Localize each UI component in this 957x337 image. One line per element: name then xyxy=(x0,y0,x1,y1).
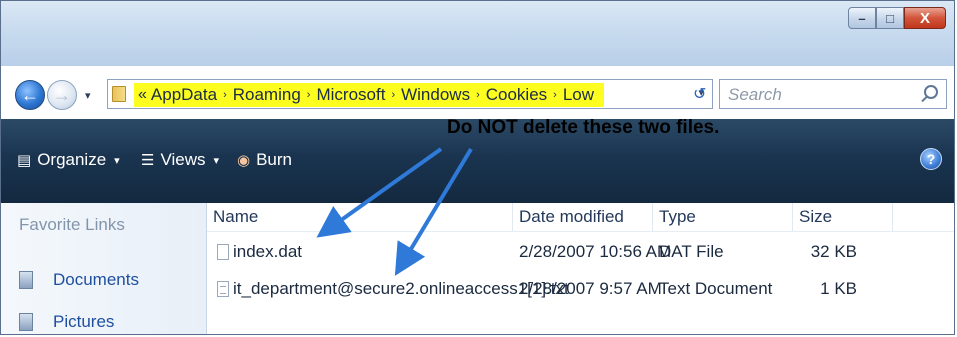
organize-icon: ▤ xyxy=(17,152,32,169)
nav-link-label: Documents xyxy=(53,270,139,289)
burn-disc-icon: ◉ xyxy=(237,152,251,169)
recent-pages-dropdown[interactable]: ▾ xyxy=(85,89,91,102)
breadcrumb-cookies[interactable]: Cookies xyxy=(486,85,547,105)
window-controls: – □ X xyxy=(848,7,946,31)
back-forward-buttons: ← → ▾ xyxy=(15,80,105,112)
breadcrumb-roaming[interactable]: Roaming xyxy=(233,85,301,105)
views-icon: ☰ xyxy=(141,152,155,169)
chevron-down-icon: ▾ xyxy=(114,154,120,167)
breadcrumb-separator[interactable]: › xyxy=(223,89,227,101)
annotation-callout: Do NOT delete these two files. xyxy=(447,117,720,138)
breadcrumb-separator[interactable]: › xyxy=(553,89,557,101)
column-header-type[interactable]: Type xyxy=(653,203,793,231)
minimize-button[interactable]: – xyxy=(848,7,876,29)
nav-link-label: Pictures xyxy=(53,312,115,331)
pictures-icon xyxy=(19,313,33,331)
organize-label: Organize xyxy=(37,150,107,169)
breadcrumb-low[interactable]: Low xyxy=(563,85,594,105)
dat-file-icon xyxy=(217,244,229,260)
forward-arrow-icon: → xyxy=(53,84,71,105)
help-icon[interactable]: ? xyxy=(920,148,942,170)
file-type: Text Document xyxy=(659,279,773,298)
file-row[interactable]: index.dat 2/28/2007 10:56 AM DAT File 32… xyxy=(207,239,954,265)
breadcrumb-appdata[interactable]: AppData xyxy=(151,85,217,105)
column-header-size[interactable]: Size xyxy=(793,203,893,231)
address-bar[interactable]: « AppData › Roaming › Microsoft › Window… xyxy=(107,79,713,109)
column-header-date-modified[interactable]: Date modified xyxy=(513,203,653,231)
close-button[interactable]: X xyxy=(904,7,946,29)
breadcrumb-separator[interactable]: › xyxy=(391,89,395,101)
views-button[interactable]: ☰ Views ▾ xyxy=(141,149,219,171)
breadcrumb-separator[interactable]: › xyxy=(307,89,311,101)
search-placeholder: Search xyxy=(728,85,782,104)
breadcrumb-separator[interactable]: › xyxy=(476,89,480,101)
file-type: DAT File xyxy=(659,242,724,261)
nav-link-documents[interactable]: Documents xyxy=(19,268,139,292)
navigation-row: ← → ▾ « AppData › Roaming › Microsoft › … xyxy=(1,77,954,113)
organize-button[interactable]: ▤ Organize ▾ xyxy=(17,149,120,171)
navigation-pane: Favorite Links Documents Pictures xyxy=(1,203,207,334)
search-icon[interactable] xyxy=(924,85,938,99)
file-row[interactable]: it_department@secure2.onlineaccess1[1].t… xyxy=(207,276,954,302)
file-name-cell: index.dat xyxy=(217,239,302,265)
breadcrumb-overflow-chevron[interactable]: « xyxy=(138,86,147,104)
explorer-window: – □ X ← → ▾ « AppData › Roaming › Micros… xyxy=(0,0,955,335)
back-arrow-icon: ← xyxy=(21,84,39,105)
search-input[interactable]: Search xyxy=(719,79,947,109)
burn-label: Burn xyxy=(256,150,293,169)
file-date: 2/28/2007 10:56 AM xyxy=(519,242,672,261)
refresh-icon[interactable]: ↺ xyxy=(693,84,706,104)
documents-icon xyxy=(19,271,33,289)
breadcrumb-microsoft[interactable]: Microsoft xyxy=(316,85,385,105)
breadcrumb: « AppData › Roaming › Microsoft › Window… xyxy=(134,83,605,107)
back-button[interactable]: ← xyxy=(15,80,45,110)
file-name: index.dat xyxy=(233,242,302,261)
burn-button[interactable]: ◉ Burn xyxy=(237,149,292,171)
favorite-links-heading: Favorite Links xyxy=(19,215,125,234)
forward-button[interactable]: → xyxy=(47,80,77,110)
folder-icon xyxy=(112,86,126,102)
title-bar: – □ X xyxy=(1,1,954,66)
text-file-icon xyxy=(217,281,229,297)
file-name-cell: it_department@secure2.onlineaccess1[1].t… xyxy=(217,276,569,302)
views-label: Views xyxy=(160,150,206,169)
nav-link-pictures[interactable]: Pictures xyxy=(19,310,114,334)
breadcrumb-windows[interactable]: Windows xyxy=(401,85,470,105)
file-list: Name Date modified Type Size index.dat 2… xyxy=(207,203,954,334)
file-size: 1 KB xyxy=(820,279,857,298)
maximize-button[interactable]: □ xyxy=(876,7,904,29)
file-date: 2/28/2007 9:57 AM xyxy=(519,279,662,298)
file-size: 32 KB xyxy=(810,242,857,261)
column-header-name[interactable]: Name xyxy=(207,203,513,231)
column-headers: Name Date modified Type Size xyxy=(207,203,954,232)
chevron-down-icon: ▾ xyxy=(213,154,220,167)
